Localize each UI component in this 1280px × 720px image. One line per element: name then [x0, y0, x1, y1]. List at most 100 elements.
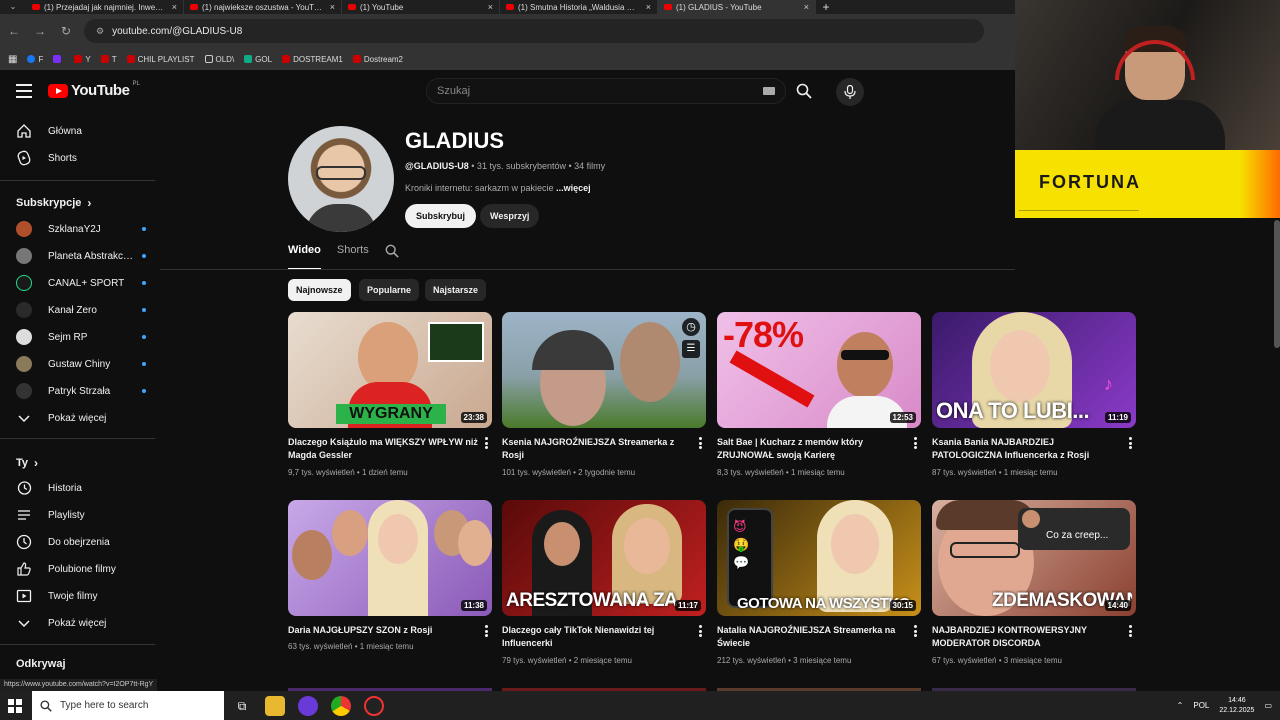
bookmark-item[interactable] — [53, 55, 64, 63]
more-actions-icon[interactable] — [698, 625, 702, 637]
browser-tab[interactable]: (1) Smutna Historia „Waldusia … × — [500, 0, 658, 14]
close-tab-icon[interactable]: × — [330, 2, 335, 12]
chip-popular[interactable]: Popularne — [359, 279, 420, 301]
tray-chevron-up-icon[interactable]: ⌃ — [1177, 701, 1184, 710]
video-card[interactable]: Co za creep... ZDEMASKOWANY 14:40 NAJBAR… — [932, 500, 1136, 665]
youtube-logo[interactable]: YouTube PL — [48, 81, 140, 99]
tab-menu-button[interactable]: ⌄ — [0, 0, 26, 14]
more-actions-icon[interactable] — [484, 625, 488, 637]
video-thumbnail[interactable]: ◷ ☰ — [502, 312, 706, 428]
video-card[interactable]: ♪ ONA TO LUBI... 11:19 Ksania Bania NAJB… — [932, 312, 1136, 477]
tab-videos[interactable]: Wideo — [288, 244, 321, 270]
voice-search-button[interactable] — [836, 78, 864, 106]
clock[interactable]: 14:46 22.12.2025 — [1219, 696, 1254, 716]
sidebar-sub-sejm[interactable]: Sejm RP — [16, 325, 146, 349]
bookmark-item[interactable]: CHIL PLAYLIST — [126, 55, 195, 64]
more-actions-icon[interactable] — [913, 625, 917, 637]
keyboard-icon[interactable] — [763, 87, 775, 95]
more-actions-icon[interactable] — [484, 437, 488, 449]
video-thumbnail[interactable]: -78% 12:53 — [717, 312, 921, 428]
watch-later-overlay-icon[interactable]: ◷ — [682, 318, 700, 336]
reload-icon[interactable]: ↻ — [58, 24, 74, 38]
more-actions-icon[interactable] — [1128, 625, 1132, 637]
chrome-icon[interactable] — [331, 696, 351, 716]
sidebar-item-liked[interactable]: Polubione filmy — [16, 557, 146, 581]
video-thumbnail[interactable]: ♪ ONA TO LUBI... 11:19 — [932, 312, 1136, 428]
video-thumbnail[interactable]: 11:38 — [288, 500, 492, 616]
close-tab-icon[interactable]: × — [646, 2, 651, 12]
video-title[interactable]: Salt Bae | Kucharz z memów który ZRUJNOW… — [717, 436, 907, 462]
sidebar-item-shorts[interactable]: Shorts — [16, 146, 146, 170]
subscribe-button[interactable]: Subskrybuj — [405, 204, 477, 228]
video-title[interactable]: Dlaczego Książulo ma WIĘKSZY WPŁYW niż M… — [288, 436, 478, 462]
windows-start-icon[interactable] — [8, 699, 22, 713]
more-link[interactable]: ...więcej — [556, 183, 591, 193]
chip-newest[interactable]: Najnowsze — [288, 279, 351, 301]
sidebar-show-more[interactable]: Pokaż więcej — [16, 406, 146, 430]
video-thumbnail[interactable]: Co za creep... ZDEMASKOWANY 14:40 — [932, 500, 1136, 616]
video-thumbnail[interactable]: 😈 🤑 💬 GOTOWA NA WSZYSTKO 30:15 — [717, 500, 921, 616]
more-actions-icon[interactable] — [698, 437, 702, 449]
support-button[interactable]: Wesprzyj — [480, 204, 540, 228]
bookmark-item[interactable]: F — [27, 55, 43, 64]
sidebar-show-more[interactable]: Pokaż więcej — [16, 611, 146, 635]
browser-tab[interactable]: (1) najwieksze oszustwa - YouT… × — [184, 0, 342, 14]
obs-icon[interactable] — [364, 696, 384, 716]
notifications-icon[interactable]: ▭ — [1264, 701, 1272, 710]
url-bar[interactable]: ⚙ youtube.com/@GLADIUS-U8 — [84, 19, 984, 43]
close-tab-icon[interactable]: × — [804, 2, 809, 12]
tab-shorts[interactable]: Shorts — [337, 244, 369, 270]
sidebar-item-playlists[interactable]: Playlisty — [16, 503, 146, 527]
back-icon[interactable]: ← — [6, 24, 22, 38]
search-button[interactable] — [788, 78, 820, 104]
sidebar-item-home[interactable]: Główna — [16, 119, 146, 143]
video-title[interactable]: NAJBARDZIEJ KONTROWERSYJNY MODERATOR DIS… — [932, 624, 1122, 650]
video-card[interactable]: WYGRANY 23:38 Dlaczego Książulo ma WIĘKS… — [288, 312, 492, 477]
search-input[interactable]: Szukaj — [426, 78, 786, 104]
bookmark-item[interactable]: T — [100, 55, 117, 64]
task-view-icon[interactable]: ⧉ — [232, 696, 252, 716]
channel-description[interactable]: Kroniki internetu: sarkazm w pakiecie ..… — [405, 183, 591, 193]
video-thumbnail[interactable]: ARESZTOWANA ZA ... 11:17 — [502, 500, 706, 616]
video-card[interactable]: 11:38 Daria NAJGŁUPSZY SZON z Rosji 63 t… — [288, 500, 492, 651]
bookmark-folder[interactable]: OLD\ — [204, 55, 234, 64]
keyboard-language[interactable]: POL — [1193, 701, 1209, 710]
file-explorer-icon[interactable] — [265, 696, 285, 716]
new-tab-button[interactable]: + — [816, 0, 836, 14]
more-actions-icon[interactable] — [913, 437, 917, 449]
browser-tab-active[interactable]: (1) GLADIUS - YouTube × — [658, 0, 816, 14]
sidebar-sub-gustaw[interactable]: Gustaw Chiny — [16, 352, 146, 376]
sidebar-sub-szklanay2j[interactable]: SzklanaY2J — [16, 217, 146, 241]
more-actions-icon[interactable] — [1128, 437, 1132, 449]
sidebar-sub-patryk[interactable]: Patryk Strzała — [16, 379, 146, 403]
channel-search-button[interactable] — [385, 244, 399, 270]
sidebar-sub-planeta[interactable]: Planeta Abstrakc… — [16, 244, 146, 268]
site-info-icon[interactable]: ⚙ — [96, 26, 104, 37]
video-card[interactable]: ◷ ☰ Ksenia NAJGROŹNIEJSZA Streamerka z R… — [502, 312, 706, 477]
video-title[interactable]: Ksenia NAJGROŹNIEJSZA Streamerka z Rosji — [502, 436, 692, 462]
subscriptions-header[interactable]: Subskrypcje › — [16, 196, 91, 210]
video-card[interactable]: 😈 🤑 💬 GOTOWA NA WSZYSTKO 30:15 Natalia NAJ… — [717, 500, 921, 665]
sidebar-item-your-videos[interactable]: Twoje filmy — [16, 584, 146, 608]
sidebar-sub-canal-sport[interactable]: CANAL+ SPORT — [16, 271, 146, 295]
menu-hamburger-icon[interactable] — [16, 84, 32, 98]
video-title[interactable]: Dlaczego cały TikTok Nienawidzi tej Infl… — [502, 624, 692, 650]
bookmark-item[interactable]: Dostream2 — [352, 55, 403, 64]
chip-oldest[interactable]: Najstarsze — [425, 279, 487, 301]
video-title[interactable]: Natalia NAJGROŹNIEJSZA Streamerka na Świ… — [717, 624, 907, 650]
page-scrollbar[interactable] — [1274, 220, 1280, 348]
sidebar-item-watch-later[interactable]: Do obejrzenia — [16, 530, 146, 554]
video-thumbnail[interactable]: WYGRANY 23:38 — [288, 312, 492, 428]
you-header[interactable]: Ty › — [16, 456, 38, 470]
forward-icon[interactable]: → — [32, 24, 48, 38]
browser-tab[interactable]: (1) Przejadaj jak najmniej. Inwe… × — [26, 0, 184, 14]
video-title[interactable]: Ksania Bania NAJBARDZIEJ PATOLOGICZNA In… — [932, 436, 1122, 462]
video-card[interactable]: -78% 12:53 Salt Bae | Kucharz z memów kt… — [717, 312, 921, 477]
sidebar-item-history[interactable]: Historia — [16, 476, 146, 500]
video-card[interactable]: ARESZTOWANA ZA ... 11:17 Dlaczego cały T… — [502, 500, 706, 665]
bookmark-item[interactable]: Y — [74, 55, 91, 64]
sidebar-sub-kanal-zero[interactable]: Kanał Zero — [16, 298, 146, 322]
video-title[interactable]: Daria NAJGŁUPSZY SZON z Rosji — [288, 624, 478, 637]
close-tab-icon[interactable]: × — [488, 2, 493, 12]
bookmark-item[interactable]: GOL — [244, 55, 272, 64]
